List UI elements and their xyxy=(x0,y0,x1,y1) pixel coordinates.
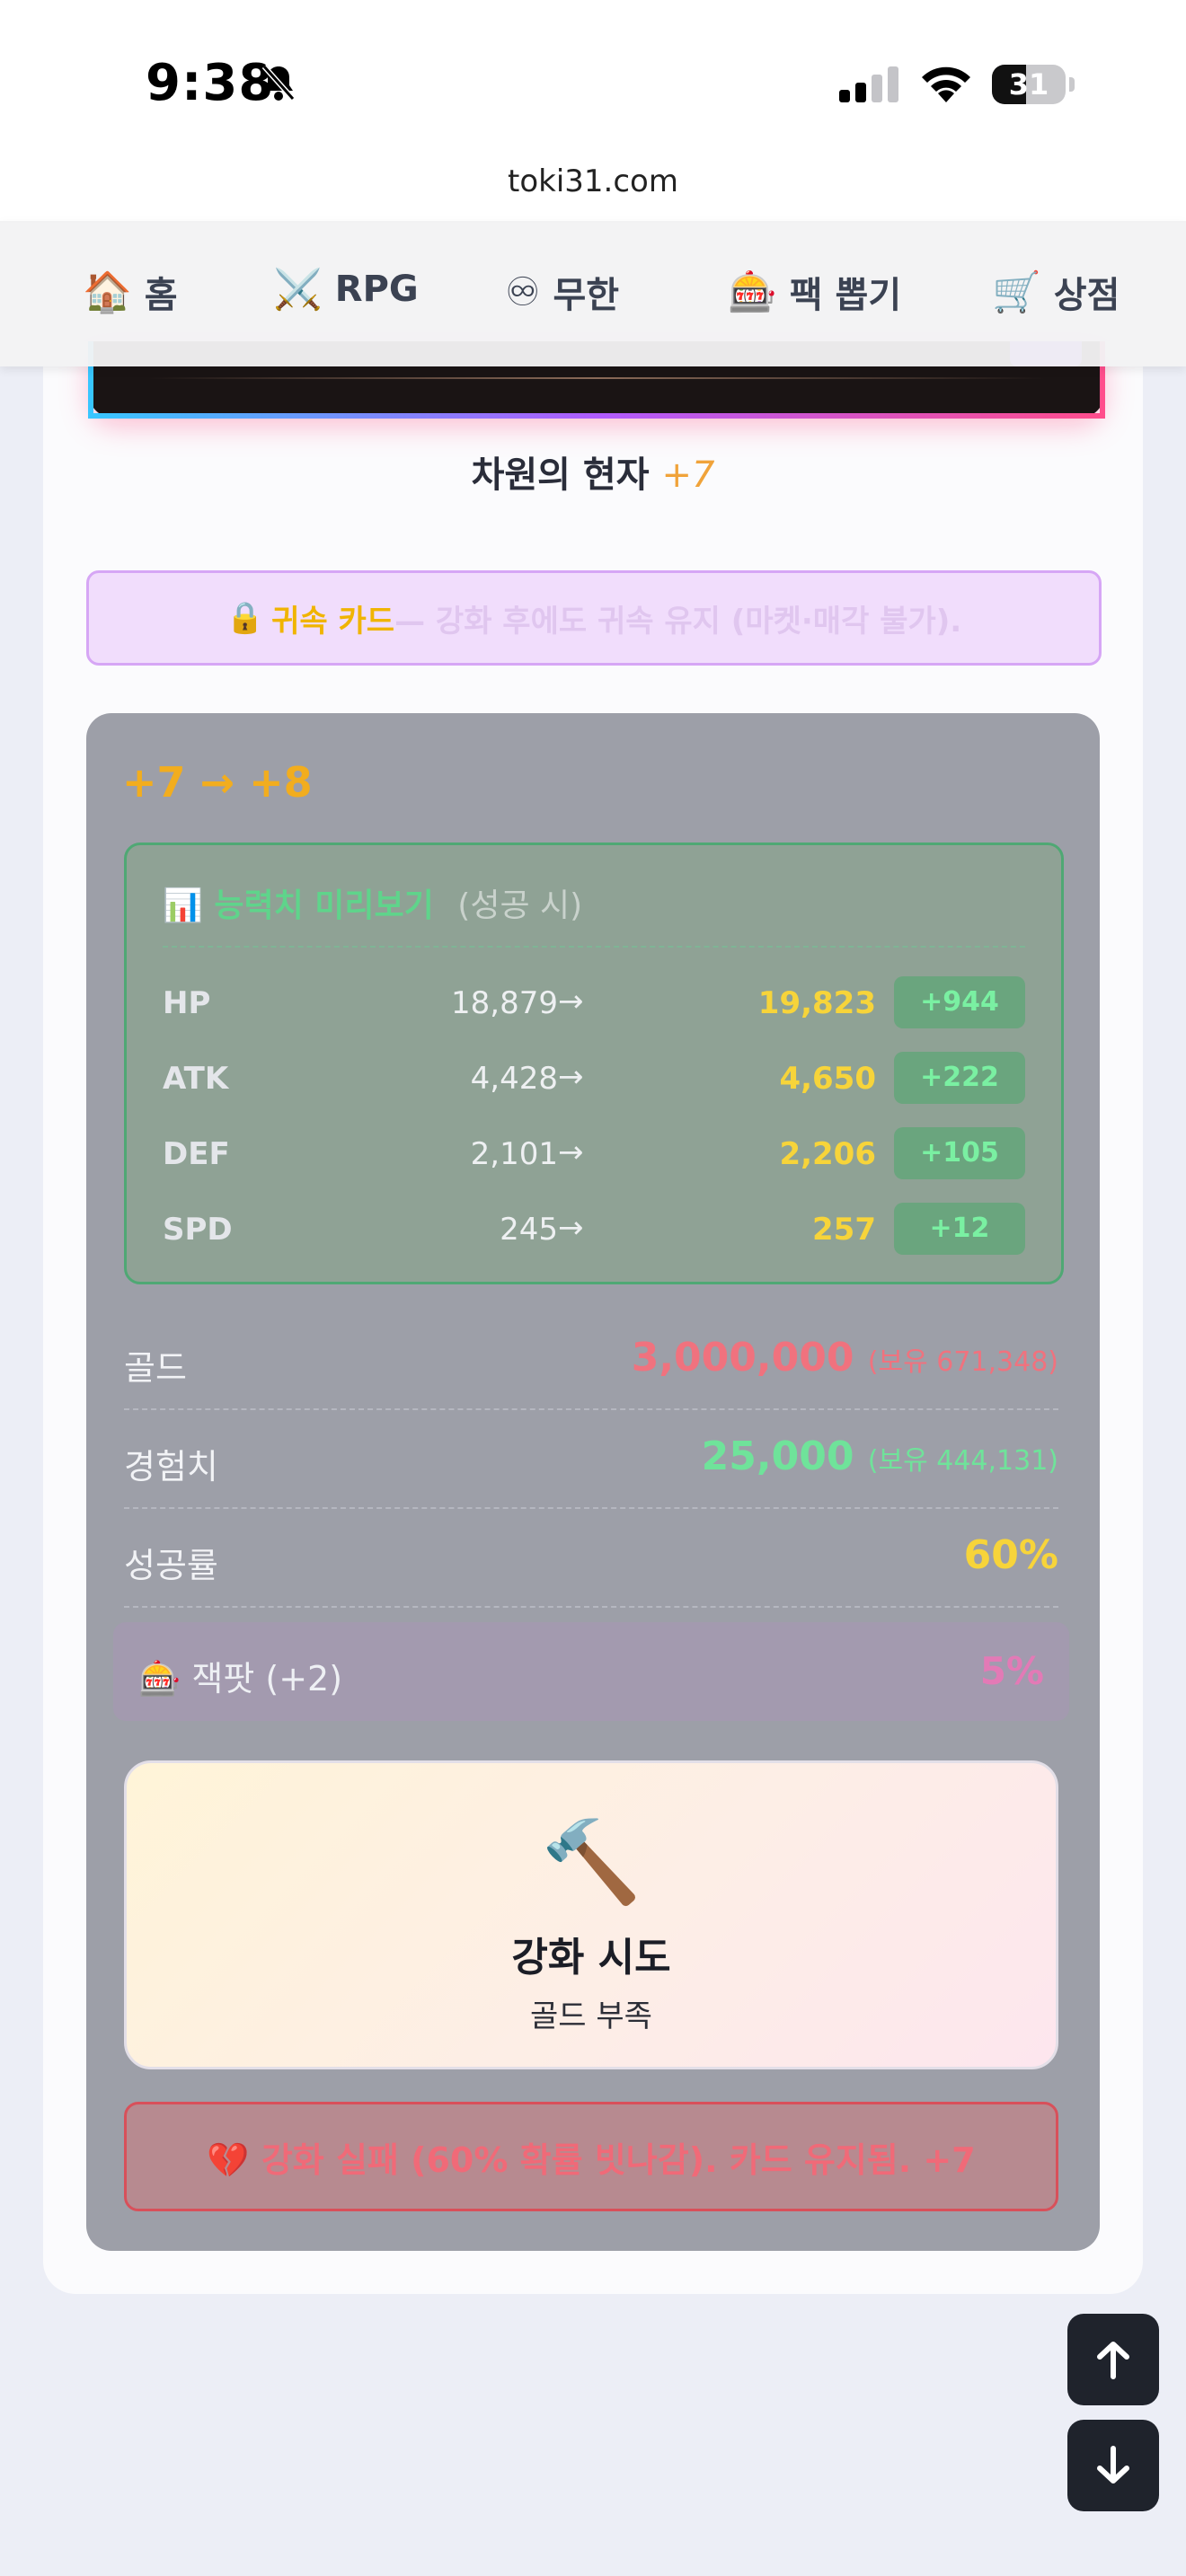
cost-row-rate: 성공률 60% xyxy=(124,1507,1058,1608)
cellular-signal-icon xyxy=(839,66,902,106)
cost-row-gold: 골드 3,000,000 (보유 671,348) xyxy=(124,1310,1058,1410)
stat-preview-header: 📊 능력치 미리보기 (성공 시) xyxy=(163,879,582,926)
stat-name: DEF xyxy=(163,1136,230,1172)
crossed-swords-icon: ⚔️ xyxy=(273,267,323,313)
jackpot-rate: 5% xyxy=(979,1649,1044,1693)
scroll-top-button[interactable] xyxy=(1067,2314,1159,2405)
house-icon: 🏠 xyxy=(83,269,132,315)
nav-infinite-label: 무한 xyxy=(553,275,620,316)
card-name-text: 차원의 현자 xyxy=(471,454,650,496)
stat-new: 4,650 xyxy=(779,1061,876,1097)
arrow-up-icon xyxy=(1097,2342,1129,2379)
top-nav: 🏠 홈 ⚔️ RPG ♾ 무한 🎰 팩 뽑기 🛒 상점 xyxy=(0,221,1186,366)
stat-preview-title: 능력치 미리보기 xyxy=(214,887,434,924)
stat-delta: +105 xyxy=(894,1127,1025,1179)
enhance-attempt-button[interactable]: 🔨 강화 시도 골드 부족 xyxy=(124,1760,1058,2069)
card-level: +7 xyxy=(661,454,715,496)
nav-rpg[interactable]: ⚔️ RPG xyxy=(273,266,419,313)
stat-delta: +12 xyxy=(894,1203,1025,1255)
enhance-level-change: +7 → +8 xyxy=(122,758,313,807)
status-bar: 9:38 31 xyxy=(0,0,1186,153)
enhance-result-message: 💔 강화 실패 (60% 확률 빗나감). 카드 유지됨. +7 xyxy=(124,2102,1058,2211)
gold-cost: 3,000,000 xyxy=(631,1335,854,1381)
success-rate: 60% xyxy=(963,1532,1058,1578)
stat-row-atk: ATK 4,428 → 4,650 +222 xyxy=(163,1052,1025,1106)
exp-cost: 25,000 xyxy=(701,1434,854,1479)
scroll-bottom-button[interactable] xyxy=(1067,2420,1159,2511)
nav-shop-label: 상점 xyxy=(1053,275,1120,316)
nav-rpg-label: RPG xyxy=(334,269,419,310)
stat-new: 257 xyxy=(812,1212,876,1248)
battery-icon: 31 xyxy=(992,65,1066,104)
bound-card-title: 귀속 카드 xyxy=(271,603,395,640)
infinity-icon: ♾ xyxy=(505,269,541,315)
stat-old: 2,101 xyxy=(470,1136,558,1172)
url-text[interactable]: toki31.com xyxy=(0,163,1186,199)
stat-name: ATK xyxy=(163,1061,229,1097)
nav-home[interactable]: 🏠 홈 xyxy=(83,266,178,318)
arrow-right-icon: → xyxy=(558,1210,584,1246)
stat-preview-box: 📊 능력치 미리보기 (성공 시) HP 18,879 → 19,823 +94… xyxy=(124,842,1064,1284)
stat-name: SPD xyxy=(163,1212,233,1248)
stat-preview-subtitle: (성공 시) xyxy=(457,887,583,924)
bar-chart-icon: 📊 xyxy=(163,887,203,924)
wifi-icon xyxy=(918,63,974,108)
nav-shop[interactable]: 🛒 상점 xyxy=(992,266,1120,318)
stat-new: 2,206 xyxy=(779,1136,876,1172)
stat-new: 19,823 xyxy=(757,985,876,1021)
hammer-icon: 🔨 xyxy=(540,1815,642,1910)
stat-delta: +944 xyxy=(894,976,1025,1028)
nav-infinite[interactable]: ♾ 무한 xyxy=(505,266,619,318)
enhance-panel: +7 → +8 📊 능력치 미리보기 (성공 시) HP 18,879 → 19… xyxy=(86,713,1100,2251)
shopping-cart-icon: 🛒 xyxy=(992,269,1041,315)
nav-pack-draw[interactable]: 🎰 팩 뽑기 xyxy=(728,266,901,318)
stat-name: HP xyxy=(163,985,211,1021)
jackpot-row: 🎰 잭팟 (+2) 5% xyxy=(113,1622,1069,1721)
cost-row-exp: 경험치 25,000 (보유 444,131) xyxy=(124,1408,1058,1509)
lock-icon: 🔒 xyxy=(226,600,265,636)
jackpot-label: 🎰 잭팟 (+2) xyxy=(138,1659,343,1698)
battery-level: 31 xyxy=(1008,67,1049,101)
cost-label: 경험치 xyxy=(124,1447,218,1486)
nav-pack-draw-label: 팩 뽑기 xyxy=(789,275,902,316)
status-time: 9:38 xyxy=(146,54,275,112)
arrow-right-icon: → xyxy=(558,1059,584,1095)
arrow-right-icon: → xyxy=(558,1134,584,1170)
stat-row-hp: HP 18,879 → 19,823 +944 xyxy=(163,976,1025,1030)
stat-old: 4,428 xyxy=(470,1061,558,1097)
stat-row-def: DEF 2,101 → 2,206 +105 xyxy=(163,1127,1025,1181)
arrow-right-icon: → xyxy=(558,984,584,1019)
stat-old: 245 xyxy=(500,1212,558,1248)
cost-label: 골드 xyxy=(124,1348,187,1388)
cost-value: 3,000,000 (보유 671,348) xyxy=(632,1335,1058,1381)
stat-row-spd: SPD 245 → 257 +12 xyxy=(163,1203,1025,1257)
stat-old: 18,879 xyxy=(451,985,558,1021)
nav-home-label: 홈 xyxy=(144,275,178,316)
stat-delta: +222 xyxy=(894,1052,1025,1104)
enhance-button-status: 골드 부족 xyxy=(530,1998,652,2034)
cost-label: 성공률 xyxy=(124,1546,218,1585)
card-name: 차원의 현자 +7 xyxy=(0,446,1186,498)
arrow-down-icon xyxy=(1097,2446,1129,2483)
gold-owned: (보유 671,348) xyxy=(867,1346,1058,1378)
bound-card-notice: 🔒 귀속 카드 — 강화 후에도 귀속 유지 (마켓·매각 불가). xyxy=(86,570,1102,666)
slot-machine-icon: 🎰 xyxy=(728,269,777,315)
exp-owned: (보유 444,131) xyxy=(867,1445,1058,1477)
bound-card-text: — 강화 후에도 귀속 유지 (마켓·매각 불가). xyxy=(394,603,962,640)
cost-value: 25,000 (보유 444,131) xyxy=(702,1434,1058,1479)
enhance-button-label: 강화 시도 xyxy=(511,1935,671,1981)
silent-bell-icon xyxy=(261,63,296,106)
